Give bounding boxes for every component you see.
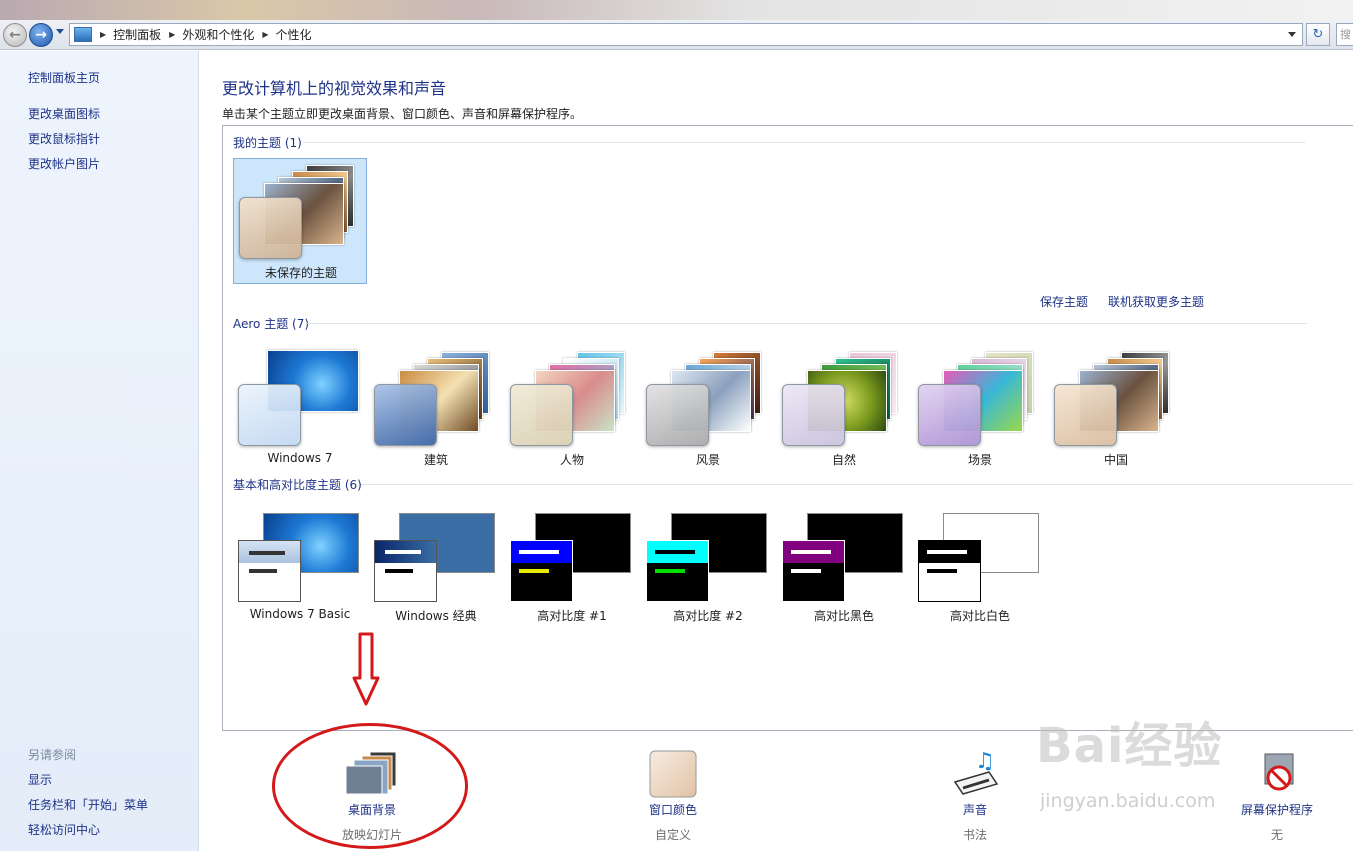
my-themes-heading: 我的主题 (1) [233,136,302,150]
theme-label: 风景 [695,453,720,467]
sidebar-item-mouse-pointers[interactable]: 更改鼠标指针 [28,130,100,147]
chevron-right-icon[interactable]: ▶ [169,30,175,39]
see-also-heading: 另请参阅 [28,748,77,762]
page-title: 更改计算机上的视觉效果和声音 [222,79,447,98]
section-divider [303,142,1305,143]
desktop-background-button[interactable]: 桌面背景 放映幻灯片 [312,750,432,843]
theme-thumbnail [1049,346,1183,446]
window-color-button[interactable]: 窗口颜色 自定义 [613,750,733,843]
theme-thumbnail [913,346,1047,446]
theme-label: 高对比度 #1 [537,609,607,623]
theme-high-contrast-white[interactable]: 高对比白色 [913,509,1047,633]
refresh-button[interactable]: ↻ [1306,23,1330,46]
screen-saver-icon [1264,753,1294,791]
theme-thumbnail [505,346,639,446]
screen-saver-label: 屏幕保护程序 [1240,803,1313,817]
theme-high-contrast-2[interactable]: 高对比度 #2 [641,509,775,633]
theme-windows-7-basic[interactable]: Windows 7 Basic [233,509,367,633]
theme-label: 自然 [831,453,856,467]
basic-themes-heading: 基本和高对比度主题 (6) [233,478,362,492]
desktop-background-value: 放映幻灯片 [341,828,402,842]
window-color-label: 窗口颜色 [648,803,697,817]
theme-thumbnail [641,346,775,446]
theme-thumbnail [913,509,1047,609]
theme-label: 未保存的主题 [264,266,337,280]
theme-thumbnail [369,509,503,609]
forward-button[interactable]: → [29,23,53,47]
control-panel-icon [74,27,92,42]
sounds-label: 声音 [962,803,987,817]
theme-thumbnail [233,509,367,609]
theme-china[interactable]: 中国 [1049,346,1183,470]
screen-saver-value: 无 [1270,828,1283,842]
sidebar-item-taskbar-start-menu[interactable]: 任务栏和「开始」菜单 [28,796,148,813]
theme-label: 中国 [1103,453,1128,467]
theme-windows-7[interactable]: Windows 7 [233,346,367,470]
chevron-down-icon[interactable] [1288,32,1296,37]
theme-unsaved[interactable]: 未保存的主题 [233,158,367,284]
theme-label: 场景 [967,453,992,467]
theme-label: 高对比白色 [949,609,1010,623]
breadcrumb-appearance[interactable]: 外观和个性化 [182,26,254,43]
breadcrumb-personalization[interactable]: 个性化 [276,26,312,43]
recent-pages-dropdown[interactable] [56,29,64,34]
theme-thumbnail [641,509,775,609]
section-divider [307,323,1307,324]
chevron-right-icon[interactable]: ▶ [262,30,268,39]
address-bar[interactable]: ▶ 控制面板 ▶ 外观和个性化 ▶ 个性化 [69,23,1303,46]
baidu-watermark: Bai经验 [1036,718,1223,774]
annotation-arrow [352,632,380,706]
theme-label: Windows 7 [267,451,333,465]
refresh-icon: ↻ [1312,27,1324,42]
section-divider [361,484,1353,485]
sidebar-item-account-picture[interactable]: 更改帐户图片 [28,155,100,172]
aero-themes-heading: Aero 主题 (7) [233,317,310,331]
sounds-value: 书法 [962,828,987,842]
theme-thumbnail [234,159,368,259]
theme-thumbnail [369,346,503,446]
desktop-background-label: 桌面背景 [347,803,396,817]
theme-list[interactable]: 我的主题 (1) 未保存的主题 保存主题 联机获取更多主题 Aero 主题 (7… [222,125,1353,731]
get-more-themes-link[interactable]: 联机获取更多主题 [1108,293,1204,310]
window-color-value: 自定义 [654,828,691,842]
theme-nature[interactable]: 自然 [777,346,911,470]
chevron-right-icon[interactable]: ▶ [100,30,106,39]
page-description: 单击某个主题立即更改桌面背景、窗口颜色、声音和屏幕保护程序。 [222,107,583,121]
theme-label: 建筑 [423,453,448,467]
baidu-watermark-url: jingyan.baidu.com [1040,790,1216,812]
theme-scenes[interactable]: 场景 [913,346,1047,470]
theme-thumbnail [233,346,367,446]
theme-label: 高对比度 #2 [673,609,743,623]
sidebar-item-display[interactable]: 显示 [28,771,52,788]
svg-text:♫: ♫ [975,750,995,774]
sounds-button[interactable]: ♫ 声音 书法 [915,749,1035,843]
theme-label: Windows 经典 [395,609,477,623]
theme-thumbnail [505,509,639,609]
sounds-icon: ♫ [953,749,999,795]
search-input[interactable]: 搜 [1336,23,1353,46]
theme-high-contrast-1[interactable]: 高对比度 #1 [505,509,639,633]
window-color-icon [649,750,697,798]
sidebar-item-control-panel-home[interactable]: 控制面板主页 [28,69,100,86]
sidebar-item-ease-of-access[interactable]: 轻松访问中心 [28,821,100,838]
theme-landscapes[interactable]: 风景 [641,346,775,470]
back-button[interactable]: ← [3,23,27,47]
theme-label: 人物 [559,453,584,467]
sidebar-item-desktop-icons[interactable]: 更改桌面图标 [28,105,100,122]
theme-characters[interactable]: 人物 [505,346,639,470]
theme-thumbnail [777,346,911,446]
navigation-bar: ← → ▶ 控制面板 ▶ 外观和个性化 ▶ 个性化 ↻ 搜 [0,20,1353,50]
theme-windows-classic[interactable]: Windows 经典 [369,509,503,633]
theme-architecture[interactable]: 建筑 [369,346,503,470]
theme-label: 高对比黑色 [813,609,874,623]
sidebar: 控制面板主页 更改桌面图标 更改鼠标指针 更改帐户图片 另请参阅 显示 任务栏和… [0,51,199,851]
breadcrumb-control-panel[interactable]: 控制面板 [113,26,161,43]
screen-saver-button[interactable]: 屏幕保护程序 无 [1217,750,1337,843]
theme-label: Windows 7 Basic [249,607,351,621]
window-title-strip [0,0,1353,20]
theme-thumbnail [777,509,911,609]
desktop-background-icon [345,751,397,795]
theme-high-contrast-black[interactable]: 高对比黑色 [777,509,911,633]
save-theme-link[interactable]: 保存主题 [1040,293,1088,310]
